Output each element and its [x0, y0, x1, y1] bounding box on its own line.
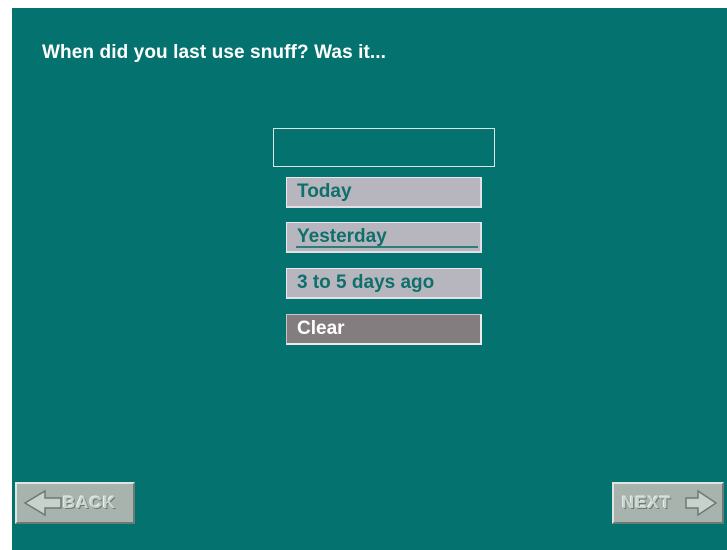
- back-button[interactable]: BACK: [15, 482, 135, 524]
- option-3-to-5-days-button[interactable]: 3 to 5 days ago: [286, 268, 482, 299]
- next-label: NEXT: [622, 493, 672, 512]
- clear-label: Clear: [297, 318, 345, 339]
- survey-screen: When did you last use snuff? Was it... T…: [12, 8, 727, 550]
- option-3-to-5-days-label: 3 to 5 days ago: [297, 272, 435, 293]
- focus-underline: [296, 246, 478, 248]
- option-today-label: Today: [297, 181, 352, 202]
- left-arrow-icon: [23, 489, 62, 517]
- option-yesterday-button[interactable]: Yesterday: [286, 222, 482, 253]
- option-today-button[interactable]: Today: [286, 177, 482, 208]
- clear-button[interactable]: Clear: [286, 314, 482, 345]
- answer-display-box: [273, 128, 495, 167]
- back-label: BACK: [63, 493, 117, 512]
- next-button[interactable]: NEXT: [612, 482, 724, 524]
- right-arrow-icon: [685, 489, 718, 517]
- option-yesterday-label: Yesterday: [297, 226, 387, 247]
- question-text: When did you last use snuff? Was it...: [42, 42, 387, 63]
